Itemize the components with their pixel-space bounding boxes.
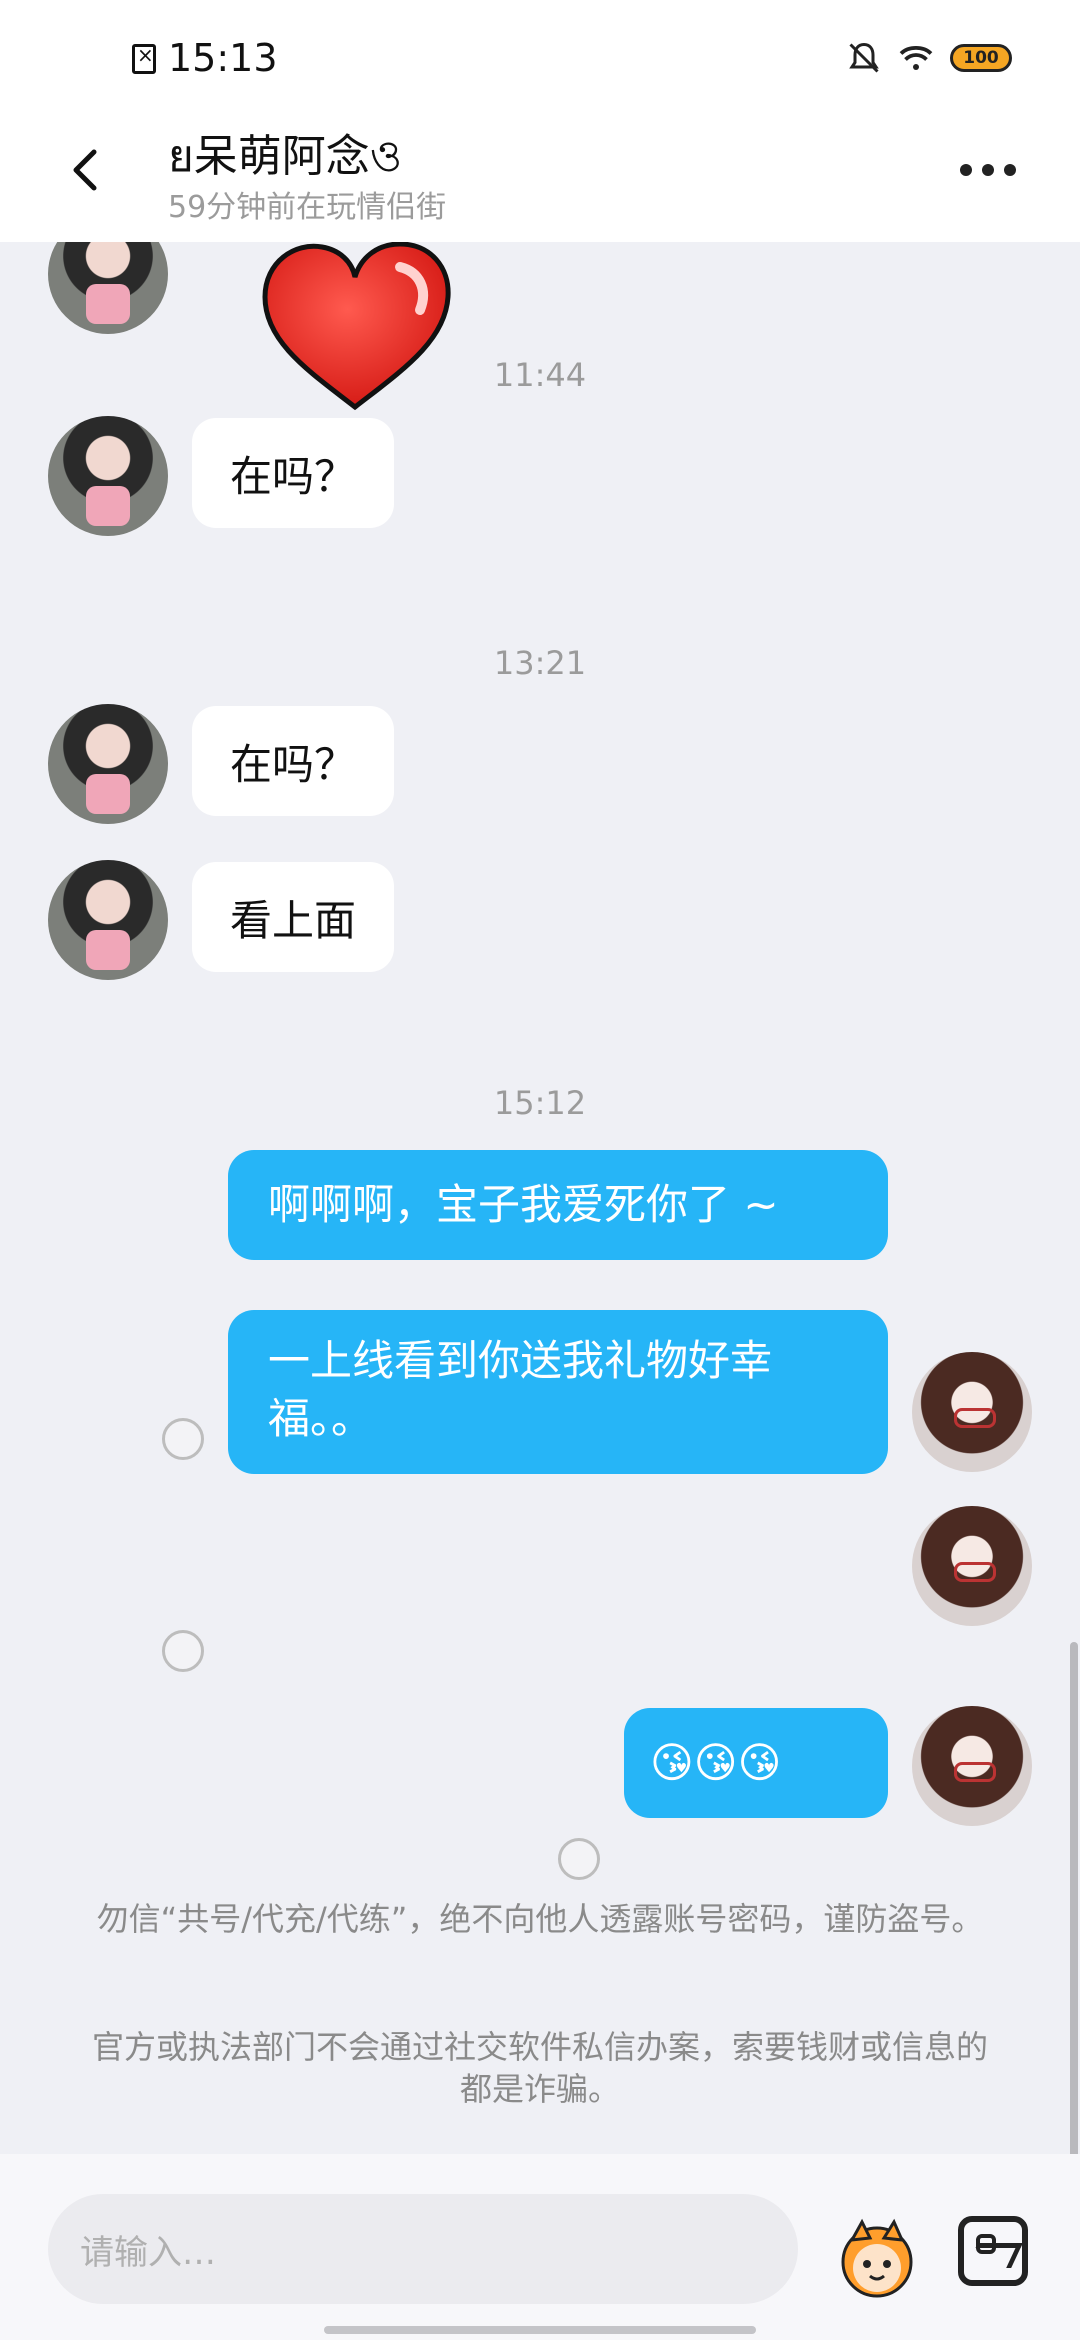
message-bubble-sent[interactable]: 啊啊啊，宝子我爱死你了 ~ xyxy=(228,1150,888,1260)
message-bubble[interactable]: 看上面 xyxy=(192,862,395,972)
message-list[interactable]: 11:44 在吗？ 13:21 在吗？ 看上面 15:12 啊啊啊，宝子我爱死你… xyxy=(0,242,1080,2154)
more-options-button[interactable] xyxy=(960,150,1030,190)
contact-avatar[interactable] xyxy=(48,416,168,536)
contact-avatar[interactable] xyxy=(48,242,168,334)
safety-notice: 勿信“共号/代充/代练”，绝不向他人透露账号密码，谨防盗号。 xyxy=(96,1900,984,1938)
status-icons: 100 xyxy=(846,40,1012,76)
contact-status: 59分钟前在玩情侣街 xyxy=(168,190,447,225)
message-bubble-sent[interactable]: 😘😘😘 xyxy=(624,1708,888,1818)
bell-off-icon xyxy=(849,42,879,73)
select-radio[interactable] xyxy=(558,1838,600,1880)
timestamp: 15:12 xyxy=(493,1084,587,1122)
message-bubble[interactable]: 在吗？ xyxy=(192,706,395,816)
user-avatar[interactable] xyxy=(912,1506,1032,1626)
dot xyxy=(982,164,994,176)
user-avatar[interactable] xyxy=(912,1352,1032,1472)
dot xyxy=(1004,164,1016,176)
battery-indicator: 100 xyxy=(950,44,1012,72)
message-bubble-sent[interactable]: 一上线看到你送我礼物好幸福。。 xyxy=(228,1310,888,1474)
timestamp: 11:44 xyxy=(493,356,587,394)
status-time: 15:13 xyxy=(168,36,278,80)
home-indicator[interactable] xyxy=(324,2326,756,2334)
input-bar: 请输入… xyxy=(0,2154,1080,2340)
contact-avatar[interactable] xyxy=(48,704,168,824)
no-sim-icon xyxy=(132,43,156,74)
heart-sticker[interactable] xyxy=(250,242,460,422)
image-gallery-icon[interactable] xyxy=(958,2216,1028,2286)
scrollbar[interactable] xyxy=(1070,1642,1078,2154)
contact-avatar[interactable] xyxy=(48,860,168,980)
select-radio[interactable] xyxy=(162,1418,204,1460)
sticker-icon[interactable] xyxy=(832,2212,922,2302)
chat-header: ย呆萌阿念ও 59分钟前在玩情侣街 xyxy=(0,110,1080,242)
safety-notice: 官方或执法部门不会通过社交软件私信办案，索要钱财或信息的都是诈骗。 xyxy=(91,2028,988,2108)
select-radio[interactable] xyxy=(162,1630,204,1672)
user-avatar[interactable] xyxy=(912,1706,1032,1826)
message-input[interactable]: 请输入… xyxy=(48,2194,798,2304)
timestamp: 13:21 xyxy=(493,644,587,682)
back-arrow-icon[interactable] xyxy=(58,140,118,200)
wifi-icon xyxy=(899,46,933,70)
status-bar: 15:13 100 xyxy=(0,0,1080,110)
message-bubble[interactable]: 在吗？ xyxy=(192,418,395,528)
dot xyxy=(960,164,972,176)
